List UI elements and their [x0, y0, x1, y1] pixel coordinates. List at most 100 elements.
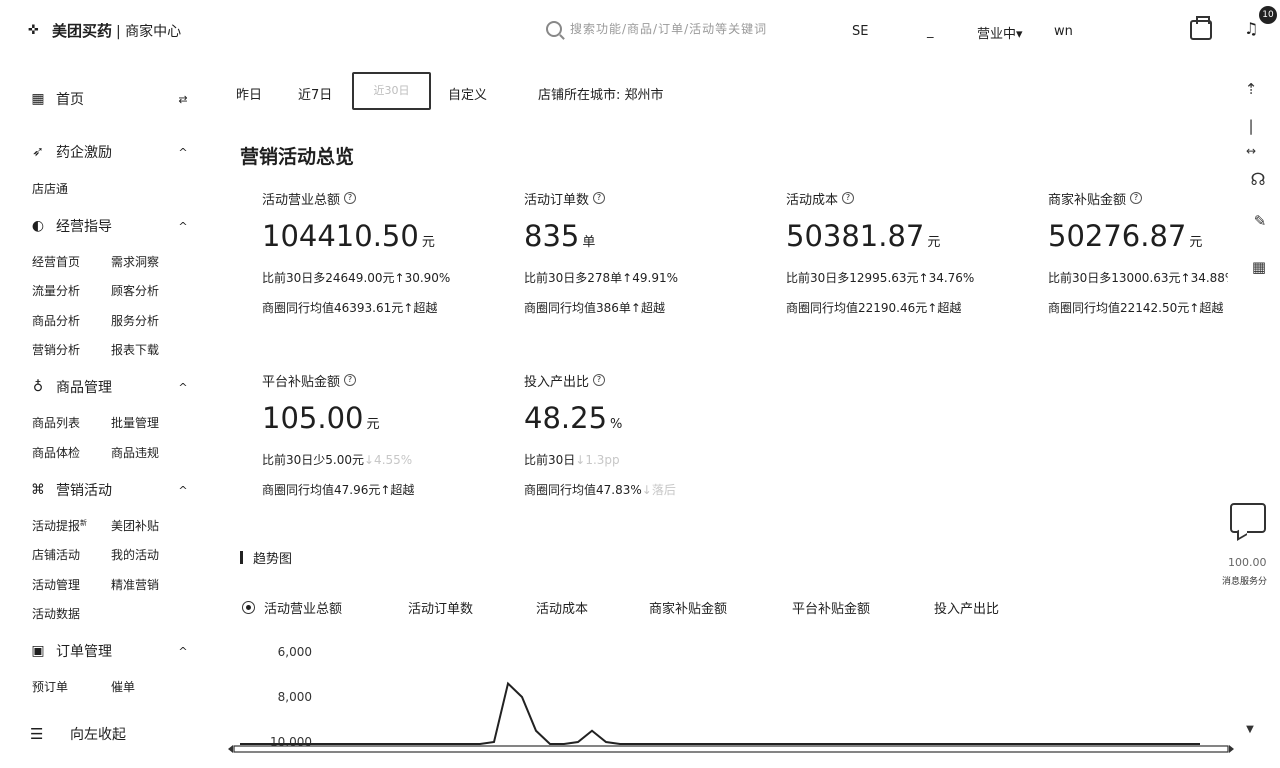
chevron-up-icon: ^ [178, 145, 188, 159]
metric-unit: 单 [582, 235, 596, 250]
headset-icon[interactable]: ☊ [1248, 170, 1268, 190]
compare-change: ↓1.3pp [575, 453, 620, 467]
back-to-top-icon[interactable]: ⇡ [1241, 80, 1261, 98]
brand-subtitle: | 商家中心 [116, 23, 182, 40]
metric-value: 105.00 [262, 401, 364, 435]
sidebar-section-pharma-incentive[interactable]: ➶ 药企激励 ^ [30, 142, 190, 162]
help-icon[interactable]: ? [344, 192, 357, 204]
global-search[interactable]: 搜索功能/商品/订单/活动等关键词 [546, 20, 767, 37]
sidebar-item-pre-order[interactable]: 预订单 [32, 678, 68, 695]
compare-text: 比前30日 [524, 453, 576, 467]
metric-card: 活动营业总额? 104410.50 元 比前30日多24649.00元↑30.90… [262, 189, 517, 316]
metric-benchmark: 商圈同行均值46393.61元↑超越 [262, 301, 438, 315]
metric-unit: 元 [1189, 235, 1203, 250]
sidebar-item-marketing-analysis[interactable]: 营销分析 [32, 341, 80, 358]
sidebar-item-product-list[interactable]: 商品列表 [32, 414, 80, 431]
sidebar-item-precision-marketing[interactable]: 精准营销 [111, 576, 159, 593]
pie-chart-icon: ◐ [31, 218, 45, 234]
sidebar-section-business-guide[interactable]: ◐ 经营指导 ^ [30, 216, 190, 236]
sidebar-item-activity-management[interactable]: 活动管理 [32, 576, 80, 593]
gift-icon: ⌘ [31, 482, 45, 498]
chevron-up-icon: ^ [178, 380, 188, 394]
help-icon[interactable]: ? [1130, 192, 1143, 204]
sidebar-section-label: 商品管理 [56, 380, 112, 396]
divider-line-icon: | [1248, 117, 1254, 135]
sidebar-item-meituan-subsidy[interactable]: 美团补贴 [111, 517, 159, 534]
metric-value: 50276.87 [1048, 219, 1187, 253]
sidebar-item-label: 活动提报 [32, 519, 81, 533]
sidebar-section-label: 订单管理 [56, 644, 112, 660]
sidebar-collapse-button[interactable]: ☰ 向左收起 [30, 724, 126, 744]
tab-last-7-days[interactable]: 近7日 [298, 84, 332, 103]
chart-tab-platform-subsidy[interactable]: 平台补贴金额 [792, 598, 870, 617]
help-icon[interactable]: ? [842, 192, 855, 204]
scroll-left-arrow-icon[interactable] [228, 745, 233, 753]
expand-icon[interactable]: ↔ [1241, 144, 1261, 158]
sidebar-item-my-activity[interactable]: 我的活动 [111, 546, 159, 563]
switch-icon[interactable]: ⇄ [176, 93, 190, 106]
compare-change: ↓4.55% [364, 453, 413, 467]
sidebar-section-order-management[interactable]: ▣ 订单管理 ^ [30, 641, 190, 661]
city-label: 店铺所在城市: [538, 88, 621, 103]
meituan-logo-icon: ✜ [28, 22, 39, 38]
sidebar-item-activity-submission[interactable]: 活动提报新 [32, 517, 87, 534]
metric-compare: 比前30日多12995.63元↑34.76% [786, 271, 975, 285]
sidebar-item-product-violation[interactable]: 商品违规 [111, 444, 159, 461]
top-bar: ✜ 美团买药 | 商家中心 搜索功能/商品/订单/活动等关键词 SE _ 营业中… [0, 0, 1280, 62]
help-icon[interactable]: ? [344, 374, 357, 386]
sidebar-item-home[interactable]: ▦ 首页 ⇄ [30, 89, 190, 109]
compare-text: 比前30日少5.00元 [262, 453, 364, 467]
tab-yesterday[interactable]: 昨日 [236, 84, 262, 103]
chat-message-icon[interactable] [1230, 503, 1266, 533]
help-icon[interactable]: ? [593, 192, 606, 204]
scroll-right-arrow-icon[interactable] [1229, 745, 1234, 753]
sidebar-item-reminder[interactable]: 催单 [111, 678, 135, 695]
tab-last-30-days[interactable]: 近30日 [352, 72, 431, 110]
metric-label: 活动营业总额 [262, 192, 341, 208]
metric-compare: 比前30日少5.00元↓4.55% [262, 451, 492, 468]
pencil-icon[interactable]: ✎ [1250, 212, 1270, 230]
sidebar-item-batch-management[interactable]: 批量管理 [111, 414, 159, 431]
trend-title-label: 趋势图 [253, 552, 293, 567]
sidebar-item-demand-insight[interactable]: 需求洞察 [111, 253, 159, 270]
metric-compare: 比前30日↓1.3pp [524, 451, 754, 468]
chart-scroll-track[interactable] [228, 744, 1234, 754]
metric-unit: 元 [366, 417, 380, 432]
help-icon[interactable]: ? [593, 374, 606, 386]
metric-benchmark: 商圈同行均值386单↑超越 [524, 301, 665, 315]
user-account[interactable]: wn [1054, 24, 1073, 39]
sidebar-item-business-home[interactable]: 经营首页 [32, 253, 80, 270]
metric-label: 商家补贴金额 [1048, 192, 1127, 208]
brand[interactable]: ✜ 美团买药 | 商家中心 [28, 20, 181, 41]
scroll-down-icon[interactable]: ▼ [1240, 724, 1260, 735]
sidebar-section-marketing[interactable]: ⌘ 营销活动 ^ [30, 480, 190, 500]
printer-icon[interactable] [1190, 16, 1212, 40]
sidebar-item-activity-data[interactable]: 活动数据 [32, 605, 80, 622]
metric-benchmark: 商圈同行均值22190.46元↑超越 [786, 301, 962, 315]
qrcode-icon[interactable]: ▦ [1249, 258, 1269, 276]
sidebar-item-traffic-analysis[interactable]: 流量分析 [32, 282, 80, 299]
tab-custom[interactable]: 自定义 [448, 84, 487, 103]
y-axis-ticks: 10,0008,0006,000 [270, 645, 312, 746]
sidebar-item-service-analysis[interactable]: 服务分析 [111, 312, 159, 329]
sidebar-item-product-analysis[interactable]: 商品分析 [32, 312, 80, 329]
metric-unit: 元 [421, 235, 435, 250]
trend-section-title: 趋势图 [240, 548, 292, 567]
sidebar-section-product-management[interactable]: ♁ 商品管理 ^ [30, 377, 190, 397]
chart-tab-merchant-subsidy[interactable]: 商家补贴金额 [649, 598, 727, 617]
chart-tab-cost[interactable]: 活动成本 [536, 598, 588, 617]
chart-tab-roi[interactable]: 投入产出比 [934, 598, 999, 617]
metric-card: 活动订单数? 835 单 比前30日多278单↑49.91% 商圈同行均值386单… [524, 189, 779, 316]
sidebar-item-store-activity[interactable]: 店铺活动 [32, 546, 80, 563]
order-icon: ▣ [31, 643, 45, 659]
sidebar-item-diandiantong[interactable]: 店店通 [32, 180, 68, 197]
chart-tab-revenue[interactable]: 活动营业总额 [242, 598, 342, 617]
sidebar-item-product-checkup[interactable]: 商品体检 [32, 444, 80, 461]
metric-label: 活动订单数 [524, 192, 590, 208]
business-status-dropdown[interactable]: 营业中▾ [977, 23, 1023, 42]
chart-tab-orders[interactable]: 活动订单数 [408, 598, 473, 617]
sidebar-item-customer-analysis[interactable]: 顾客分析 [111, 282, 159, 299]
bell-icon[interactable]: ♫ [1244, 20, 1260, 38]
sidebar-item-report-download[interactable]: 报表下载 [111, 341, 159, 358]
metric-compare: 比前30日多13000.63元↑34.88% [1048, 271, 1228, 285]
